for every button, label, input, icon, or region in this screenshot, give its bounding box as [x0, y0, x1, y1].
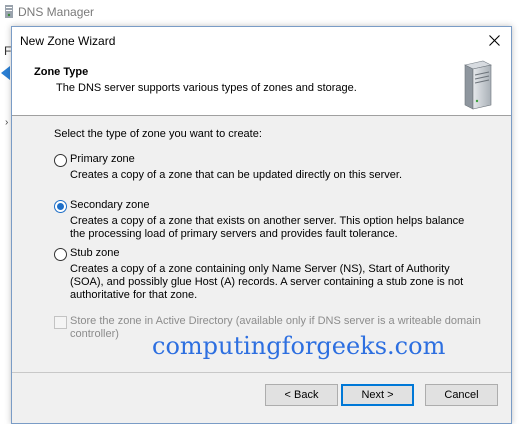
dns-manager-title: DNS Manager	[18, 5, 95, 19]
wizard-header: Zone Type The DNS server supports variou…	[12, 55, 511, 116]
dns-manager-right-pane	[512, 24, 525, 424]
close-button[interactable]	[479, 27, 511, 55]
secondary-zone-description: Creates a copy of a zone that exists on …	[70, 215, 465, 240]
back-button[interactable]: < Back	[265, 384, 338, 406]
stub-zone-description: Creates a copy of a zone containing only…	[70, 263, 464, 301]
page-subtitle: The DNS server supports various types of…	[56, 82, 357, 94]
next-button[interactable]: Next >	[341, 384, 414, 406]
zone-type-prompt: Select the type of zone you want to crea…	[54, 128, 262, 140]
wizard-body: Select the type of zone you want to crea…	[12, 116, 511, 372]
stub-zone-radio[interactable]	[54, 248, 67, 261]
page-title: Zone Type	[34, 66, 89, 78]
dns-manager-app-icon	[5, 5, 13, 18]
dns-manager-titlebar: DNS Manager	[0, 0, 525, 24]
dialog-title: New Zone Wizard	[20, 34, 116, 48]
primary-zone-label[interactable]: Primary zone	[70, 153, 135, 165]
new-zone-wizard-dialog: New Zone Wizard Zone Type The DNS server…	[11, 26, 512, 424]
stub-zone-label[interactable]: Stub zone	[70, 247, 120, 259]
watermark: computingforgeeks.com	[152, 332, 446, 360]
tree-expand-icon[interactable]: ›	[5, 117, 8, 128]
back-arrow-icon[interactable]	[1, 66, 10, 80]
secondary-zone-radio[interactable]	[54, 200, 67, 213]
secondary-zone-label[interactable]: Secondary zone	[70, 199, 150, 211]
primary-zone-radio[interactable]	[54, 154, 67, 167]
cancel-button[interactable]: Cancel	[425, 384, 498, 406]
server-icon	[464, 60, 492, 110]
button-separator	[12, 372, 511, 373]
store-in-ad-checkbox	[54, 316, 67, 329]
close-icon	[489, 35, 500, 46]
primary-zone-description: Creates a copy of a zone that can be upd…	[70, 169, 403, 181]
dialog-titlebar[interactable]: New Zone Wizard	[12, 27, 511, 55]
